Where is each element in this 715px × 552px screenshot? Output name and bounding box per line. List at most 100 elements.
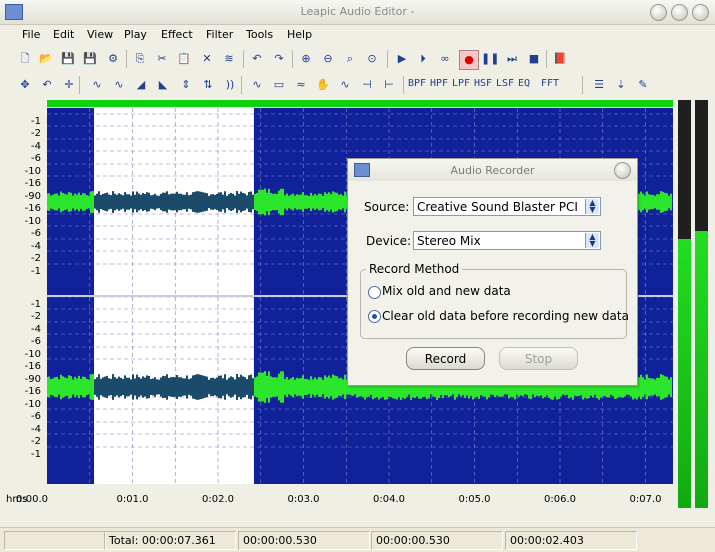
loop-icon[interactable]: ∞ bbox=[436, 50, 454, 68]
normalize-icon[interactable]: ∿ bbox=[110, 76, 128, 94]
next-icon[interactable]: ⏭ bbox=[503, 50, 521, 68]
filter-fft-button[interactable]: FFT bbox=[541, 78, 559, 89]
level-meters bbox=[677, 100, 711, 508]
radio-mix-old-new[interactable] bbox=[368, 286, 381, 299]
close-button[interactable] bbox=[692, 4, 709, 21]
fade-in-icon[interactable]: ◢ bbox=[132, 76, 150, 94]
mix-icon[interactable]: ⇣ bbox=[612, 76, 630, 94]
menu-play[interactable]: Play bbox=[124, 28, 147, 41]
zoom-in-icon[interactable]: ⊕ bbox=[297, 50, 315, 68]
properties-icon[interactable]: ⚙ bbox=[104, 50, 122, 68]
play-icon[interactable]: ▶ bbox=[393, 50, 411, 68]
cursor-icon[interactable]: ✛ bbox=[60, 76, 78, 94]
dialog-close-button[interactable] bbox=[614, 162, 631, 179]
chevron-updown-icon: ▲ ▼ bbox=[585, 233, 599, 248]
pause-icon[interactable]: ❚❚ bbox=[481, 50, 499, 68]
echo-icon[interactable]: )) bbox=[221, 76, 239, 94]
amplify-icon[interactable]: ∿ bbox=[88, 76, 106, 94]
source-label: Source: bbox=[364, 200, 410, 214]
ruler-label-top: -16 bbox=[24, 178, 41, 189]
option-clear-label[interactable]: Clear old data before recording new data bbox=[382, 309, 629, 323]
zoom-all-icon[interactable]: ⊙ bbox=[363, 50, 381, 68]
ruler-label-top: -1 bbox=[31, 116, 41, 127]
radio-clear-old[interactable] bbox=[368, 310, 381, 323]
hand-icon[interactable]: ✋ bbox=[314, 76, 332, 94]
copy-icon[interactable]: ⎘ bbox=[131, 50, 149, 68]
filter-hsf-button[interactable]: HSF bbox=[474, 78, 492, 89]
list-icon[interactable]: ☰ bbox=[590, 76, 608, 94]
ruler-label-bottom: -6 bbox=[31, 336, 41, 347]
effects-toolbar: ✥ ↶ ✛ ∿ ∿ ◢ ◣ ⇕ ⇅)) ∿ ▭ ≈ ✋ ∿ ⊣ ⊢ BPF HPF LPF HSF LSF EQ FFT ☰ ⇣… bbox=[0, 73, 715, 97]
timeline-label: 0:04.0 bbox=[373, 494, 405, 505]
stop-button[interactable]: Stop bbox=[499, 347, 578, 370]
book-icon[interactable]: 📕 bbox=[551, 50, 569, 68]
select-all-icon[interactable]: ✥ bbox=[16, 76, 34, 94]
menu-help[interactable]: Help bbox=[287, 28, 312, 41]
play-selection-icon[interactable]: ⏵ bbox=[414, 50, 432, 68]
silence-icon[interactable]: ∿ bbox=[248, 76, 266, 94]
right-level-fill bbox=[695, 230, 708, 508]
paste-icon[interactable]: 📋 bbox=[175, 50, 193, 68]
device-select[interactable]: Stereo Mix ▲ ▼ bbox=[413, 231, 601, 250]
maximize-button[interactable] bbox=[671, 4, 688, 21]
filter-eq-button[interactable]: EQ bbox=[518, 78, 530, 89]
menu-tools[interactable]: Tools bbox=[246, 28, 273, 41]
ruler-label-bottom: -16 bbox=[24, 386, 41, 397]
status-selection-end: 00:00:02.403 bbox=[505, 531, 637, 550]
main-toolbar: 🗋 📂 💾 💾 ⚙ ⎘ ✂ 📋 ✕ ≋ ↶ ↷ ⊕ ⊖ ⌕ ⊙ ▶ ⏵ ∞ ● ❚❚ ⏭ ■ 📕 bbox=[0, 47, 715, 71]
toolbar-separator bbox=[79, 76, 80, 94]
split-icon[interactable]: ⊢ bbox=[380, 76, 398, 94]
menu-effect[interactable]: Effect bbox=[161, 28, 193, 41]
left-level-fill bbox=[678, 238, 691, 508]
noise-icon[interactable]: ≈ bbox=[292, 76, 310, 94]
source-select[interactable]: Creative Sound Blaster PCI ▲ ▼ bbox=[413, 197, 601, 216]
menu-edit[interactable]: Edit bbox=[53, 28, 74, 41]
undo-icon[interactable]: ↶ bbox=[248, 50, 266, 68]
back-icon[interactable]: ↶ bbox=[38, 76, 56, 94]
trim-icon[interactable]: ≋ bbox=[220, 50, 238, 68]
option-mix-label[interactable]: Mix old and new data bbox=[382, 284, 511, 298]
wave-tool-icon[interactable]: ∿ bbox=[336, 76, 354, 94]
save-as-icon[interactable]: 💾 bbox=[81, 50, 99, 68]
reverse-icon[interactable]: ⇕ bbox=[177, 76, 195, 94]
menu-filter[interactable]: Filter bbox=[206, 28, 233, 41]
mute-icon[interactable]: ⊣ bbox=[358, 76, 376, 94]
redo-icon[interactable]: ↷ bbox=[270, 50, 288, 68]
menu-file[interactable]: File bbox=[22, 28, 40, 41]
ruler-label-top: -4 bbox=[31, 141, 41, 152]
fade-out-icon[interactable]: ◣ bbox=[154, 76, 172, 94]
filter-hpf-button[interactable]: HPF bbox=[430, 78, 448, 89]
zoom-out-icon[interactable]: ⊖ bbox=[319, 50, 337, 68]
edit-icon[interactable]: ✎ bbox=[634, 76, 652, 94]
status-bar: Total: 00:00:07.361 00:00:00.530 00:00:0… bbox=[0, 527, 715, 552]
menu-view[interactable]: View bbox=[87, 28, 113, 41]
open-folder-icon[interactable]: 📂 bbox=[37, 50, 55, 68]
filter-lpf-button[interactable]: LPF bbox=[452, 78, 470, 89]
save-icon[interactable]: 💾 bbox=[59, 50, 77, 68]
new-file-icon[interactable]: 🗋 bbox=[16, 50, 34, 68]
cut-icon[interactable]: ✂ bbox=[153, 50, 171, 68]
stop-icon[interactable]: ■ bbox=[525, 50, 543, 68]
selection-bar[interactable] bbox=[47, 100, 673, 107]
toolbar-separator bbox=[126, 50, 127, 68]
source-value: Creative Sound Blaster PCI bbox=[417, 200, 578, 214]
delete-icon[interactable]: ✕ bbox=[198, 50, 216, 68]
record-button[interactable]: Record bbox=[406, 347, 485, 370]
zoom-selection-icon[interactable]: ⌕ bbox=[341, 50, 359, 68]
filter-lsf-button[interactable]: LSF bbox=[496, 78, 514, 89]
invert-icon[interactable]: ⇅ bbox=[199, 76, 217, 94]
ruler-label-bottom: -4 bbox=[31, 324, 41, 335]
toolbar-separator bbox=[241, 76, 242, 94]
timeline-label: 0:01.0 bbox=[116, 494, 149, 505]
right-level-meter bbox=[695, 100, 708, 508]
record-method-group bbox=[360, 269, 627, 339]
timeline-label: 0:02.0 bbox=[202, 494, 234, 505]
record-icon[interactable]: ● bbox=[459, 50, 479, 70]
minimize-button[interactable] bbox=[650, 4, 667, 21]
ruler-label-top: -16 bbox=[24, 203, 41, 214]
insert-silence-icon[interactable]: ▭ bbox=[270, 76, 288, 94]
title-bar: Leapic Audio Editor - bbox=[0, 0, 715, 25]
filter-bpf-button[interactable]: BPF bbox=[408, 78, 426, 89]
status-cell-empty bbox=[4, 531, 106, 550]
ruler-label-bottom: -10 bbox=[24, 399, 41, 410]
